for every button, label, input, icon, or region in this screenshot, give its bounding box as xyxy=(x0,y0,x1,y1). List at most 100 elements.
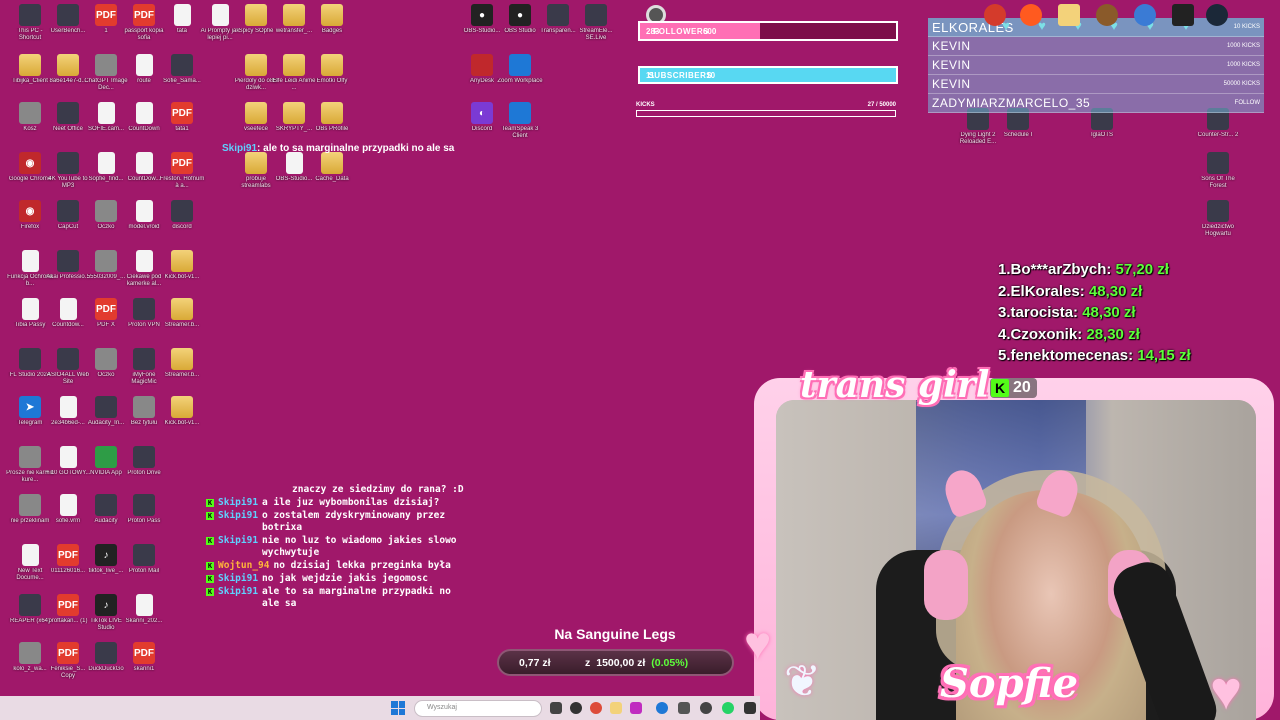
steam-icon[interactable] xyxy=(1206,4,1228,26)
pc-icon xyxy=(19,4,41,26)
image-icon xyxy=(19,446,41,468)
desktop-icon[interactable]: Sons Of The Forest xyxy=(1194,152,1242,190)
kicks-track xyxy=(636,110,896,117)
chat-username[interactable]: Skipi91 xyxy=(218,573,258,585)
prediction-title: Na Sanguine Legs xyxy=(554,626,676,642)
desktop-icon-label: Counter-Str... 2 xyxy=(1197,132,1239,138)
folder-icon xyxy=(171,396,193,418)
file-icon xyxy=(59,446,77,468)
desktop-icon[interactable]: Dziedzictwo Hogwartu xyxy=(1194,200,1242,238)
battlenet-icon[interactable] xyxy=(1134,4,1156,26)
event-value: 10 KICKS xyxy=(1233,24,1260,30)
leaderboard-rank: 1. xyxy=(998,261,1011,278)
chat-text: nie no luz to wiadomo jakies slowo wychw… xyxy=(262,535,457,558)
chat-username[interactable]: Skipi91 xyxy=(218,535,258,559)
file-icon xyxy=(173,4,191,26)
app-icon[interactable] xyxy=(984,4,1006,26)
image-icon xyxy=(95,54,117,76)
prediction-right-amount: 1500,00 zł xyxy=(596,656,646,669)
ea-icon[interactable] xyxy=(1020,4,1042,26)
chat-message: znaczy ze siedzimy do rana? :D xyxy=(206,484,466,496)
desktop-icon[interactable]: Streamer.b... xyxy=(158,348,206,379)
whatsapp-icon[interactable] xyxy=(722,702,734,714)
desktop-icon[interactable]: Streamer.b... xyxy=(158,298,206,329)
desktop-icon[interactable]: Proton Drive xyxy=(120,446,168,477)
folder-icon[interactable] xyxy=(1058,4,1080,26)
app-icon xyxy=(95,396,117,418)
chat-message: K Skipi91 no jak wejdzie jakis jegomosc xyxy=(206,573,466,585)
capcut-icon xyxy=(57,200,79,222)
taskbar: Wyszukaj xyxy=(0,696,760,720)
event-name: KEVIN xyxy=(932,77,971,91)
chat-username[interactable]: Skipi91 xyxy=(218,586,258,610)
desktop-icon-label: Badges xyxy=(321,28,343,34)
desktop-icon[interactable]: PDF tata1 xyxy=(158,102,206,133)
folder-icon xyxy=(245,4,267,26)
app-icon[interactable] xyxy=(630,702,642,714)
desktop-icon[interactable]: Proton Mail xyxy=(120,544,168,575)
app-icon xyxy=(547,4,569,26)
obs-icon: ● xyxy=(509,4,531,26)
firefox-icon: ◉ xyxy=(19,200,41,222)
desktop-icon[interactable]: Zoom Workplace xyxy=(496,54,544,85)
desktop-icon[interactable]: Kick.bot-v1... xyxy=(158,250,206,281)
file-icon xyxy=(211,4,229,26)
pdf-icon: PDF xyxy=(57,642,79,664)
camera-label: trans girl xyxy=(800,364,990,406)
app-icon xyxy=(57,250,79,272)
chat-overlay-top: Skipi91: ale to sa marginalne przypadki … xyxy=(222,143,454,154)
desktop-icon[interactable]: StreamEle... SE.Live xyxy=(572,4,620,42)
app-icon[interactable] xyxy=(744,702,756,714)
desktop-icon-label: tata1 xyxy=(175,126,189,132)
pdf-icon: PDF xyxy=(57,544,79,566)
start-button[interactable] xyxy=(391,701,405,715)
leaderboard-name: tarocista: xyxy=(1010,304,1083,321)
event-row: KEVIN 1000 KICKS xyxy=(928,37,1264,56)
chat-username[interactable]: Skipi91 xyxy=(218,497,258,509)
protonvpn-icon xyxy=(133,298,155,320)
desktop-icon[interactable]: PDF Freston. Hófnum à a... xyxy=(158,152,206,190)
taskbar-search[interactable]: Wyszukaj xyxy=(414,700,542,717)
leaderboard-row: 5.fenektomecenas: 14,15 zł xyxy=(998,345,1191,367)
folder-icon[interactable] xyxy=(610,702,622,714)
leaderboard-row: 2.ElKorales: 48,30 zł xyxy=(998,281,1191,303)
folder-icon xyxy=(321,152,343,174)
desktop-icon[interactable]: Skanni_202... xyxy=(120,594,168,625)
streamer-name: Sopfie xyxy=(940,660,1079,707)
desktop-icon[interactable]: Badges xyxy=(308,4,356,35)
app-icon[interactable] xyxy=(678,702,690,714)
obs-icon[interactable] xyxy=(570,702,582,714)
file-icon xyxy=(97,102,115,124)
game-icon[interactable] xyxy=(1096,4,1118,26)
chrome-icon[interactable] xyxy=(590,702,602,714)
folder-icon xyxy=(57,54,79,76)
desktop-icon[interactable]: PDF skanni1 xyxy=(120,642,168,673)
app-icon xyxy=(57,348,79,370)
app-icon xyxy=(171,54,193,76)
desktop-icon[interactable]: OBs PRofile xyxy=(308,102,356,133)
task-view-icon[interactable] xyxy=(550,702,562,714)
messenger-icon[interactable] xyxy=(656,702,668,714)
chrome-icon: ◉ xyxy=(19,152,41,174)
anydesk-icon xyxy=(471,54,493,76)
desktop-icon[interactable]: discord xyxy=(158,200,206,231)
desktop-icon[interactable]: Emotki Olfy xyxy=(308,54,356,85)
game-icon xyxy=(1207,200,1229,222)
desktop-icon[interactable]: Proton Pass xyxy=(120,494,168,525)
chat-username[interactable]: Skipi91 xyxy=(218,510,258,534)
pdf-icon: PDF xyxy=(95,298,117,320)
image-icon xyxy=(133,396,155,418)
desktop-icon[interactable]: TeamSpeak 3 Client xyxy=(496,102,544,140)
app-icon[interactable] xyxy=(700,702,712,714)
desktop-icon-label: discord xyxy=(172,224,192,230)
office-icon xyxy=(57,102,79,124)
chat-username[interactable]: Wojtun_94 xyxy=(218,560,269,572)
desktop-icon[interactable]: Sofie_Sama... xyxy=(158,54,206,85)
desktop-icon[interactable]: Kick.bot-v1... xyxy=(158,396,206,427)
folder-icon xyxy=(321,4,343,26)
file-icon xyxy=(21,250,39,272)
desktop-icon[interactable]: Cache_Data xyxy=(308,152,356,183)
desktop-icon-label: Streamer.b... xyxy=(164,322,200,328)
epic-games-icon[interactable] xyxy=(1172,4,1194,26)
heart-icon: ♥ xyxy=(1210,661,1243,720)
